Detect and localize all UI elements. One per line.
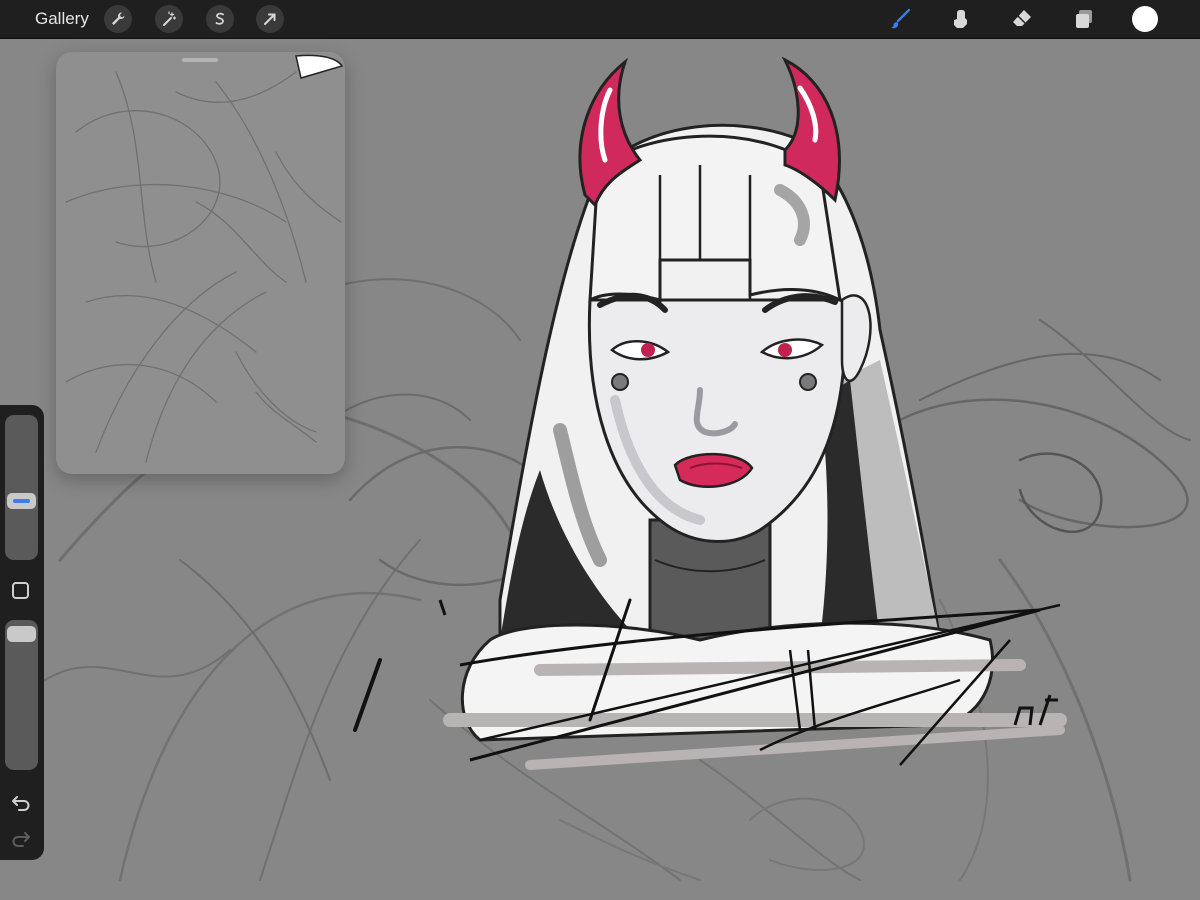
layers-button[interactable] (1070, 5, 1098, 33)
brush-tool-button[interactable] (886, 5, 914, 33)
color-picker-button[interactable] (1132, 6, 1158, 32)
transform-button[interactable] (256, 5, 284, 33)
reference-drag-handle[interactable] (182, 58, 218, 62)
gallery-button[interactable]: Gallery (35, 9, 89, 29)
brush-opacity-slider[interactable] (5, 620, 38, 770)
undo-icon[interactable] (10, 791, 32, 813)
adjustments-button[interactable] (155, 5, 183, 33)
top-toolbar: Gallery (0, 0, 1200, 39)
magic-wand-icon (163, 11, 177, 26)
modify-button[interactable] (12, 582, 29, 599)
smudge-icon (954, 10, 967, 28)
brush-size-slider-knob[interactable] (7, 493, 36, 509)
layers-icon (1076, 10, 1092, 28)
brush-opacity-slider-knob[interactable] (7, 626, 36, 642)
brush-size-slider[interactable] (5, 415, 38, 560)
reference-sketch (65, 54, 344, 463)
selection-button[interactable] (206, 5, 234, 33)
eraser-tool-button[interactable] (1008, 5, 1036, 33)
reference-window[interactable] (56, 52, 345, 474)
smudge-tool-button[interactable] (946, 5, 974, 33)
selection-s-icon (215, 12, 224, 25)
brush-sidebar (0, 405, 44, 860)
eraser-icon (1013, 10, 1031, 26)
arrow-cursor-icon (264, 13, 276, 25)
actions-button[interactable] (104, 5, 132, 33)
redo-icon[interactable] (10, 827, 32, 849)
wrench-icon (112, 12, 125, 25)
brush-icon (891, 8, 911, 29)
